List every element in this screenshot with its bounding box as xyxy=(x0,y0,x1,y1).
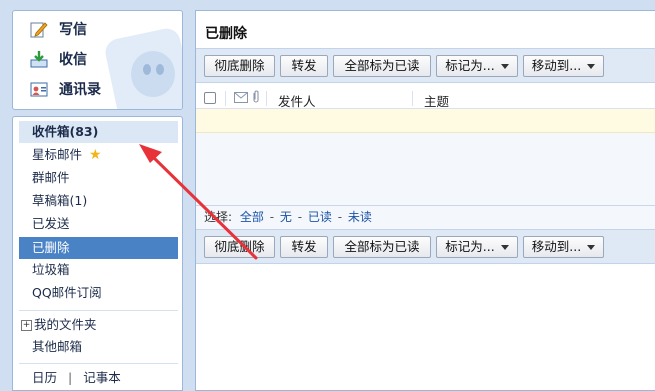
column-divider xyxy=(266,91,267,106)
write-mail-label: 写信 xyxy=(59,22,87,38)
sidebar-item-qq-subscription[interactable]: QQ邮件订阅 xyxy=(19,282,178,304)
address-book-icon xyxy=(29,79,49,99)
select-dash: - xyxy=(297,210,303,224)
forward-label: 转发 xyxy=(291,239,317,254)
notes-link[interactable]: 记事本 xyxy=(83,370,121,385)
sidebar-item-sent-label: 已发送 xyxy=(32,216,70,231)
sidebar-item-spam-label: 垃圾箱 xyxy=(32,262,70,277)
mark-as-dropdown[interactable]: 标记为... xyxy=(436,236,518,258)
attachment-icon xyxy=(252,90,260,107)
select-label: 选择: xyxy=(204,210,233,224)
sidebar-item-other-mailboxes-label: 其他邮箱 xyxy=(32,339,83,354)
bottom-toolbar: 彻底删除 转发 全部标为已读 标记为... 移动到... xyxy=(196,229,655,264)
select-unread-link[interactable]: 未读 xyxy=(348,210,372,224)
select-dash: - xyxy=(269,210,275,224)
sidebar-item-group[interactable]: 群邮件 xyxy=(19,167,178,189)
forward-label: 转发 xyxy=(291,58,317,73)
select-all-link[interactable]: 全部 xyxy=(240,210,264,224)
mark-all-read-label: 全部标为已读 xyxy=(344,239,420,254)
mail-list-area xyxy=(196,133,655,205)
sidebar-item-deleted-label: 已删除 xyxy=(32,240,70,255)
receive-mail-button[interactable]: 收信 xyxy=(29,47,87,71)
star-icon: ★ xyxy=(89,147,102,163)
mark-all-read-button[interactable]: 全部标为已读 xyxy=(333,55,431,77)
subject-column-header[interactable]: 主题 xyxy=(424,91,449,110)
envelope-icon xyxy=(234,92,248,106)
contacts-button[interactable]: 通讯录 xyxy=(29,77,101,101)
main-panel: 已删除 彻底删除 转发 全部标为已读 标记为... 移动到... 发件人 主题 … xyxy=(195,10,655,391)
sidebar-item-drafts-label: 草稿箱(1) xyxy=(32,193,88,208)
pencil-icon xyxy=(29,19,49,39)
sender-column-header[interactable]: 发件人 xyxy=(278,91,316,110)
sidebar-item-my-folders[interactable]: + 我的文件夹 xyxy=(19,314,178,336)
sidebar-item-my-folders-label: 我的文件夹 xyxy=(34,317,97,332)
tools-divider: | xyxy=(68,370,73,385)
mark-as-dropdown[interactable]: 标记为... xyxy=(436,55,518,77)
sidebar-item-other-mailboxes[interactable]: 其他邮箱 xyxy=(19,336,178,358)
move-to-dropdown[interactable]: 移动到... xyxy=(523,236,604,258)
expand-plus-icon[interactable]: + xyxy=(21,320,32,331)
sidebar-divider xyxy=(19,310,178,311)
sidebar-item-group-label: 群邮件 xyxy=(32,170,70,185)
column-divider xyxy=(225,91,226,106)
sidebar-item-qq-subscription-label: QQ邮件订阅 xyxy=(32,285,102,300)
sidebar-item-starred-label: 星标邮件 xyxy=(32,147,83,162)
delete-permanently-label: 彻底删除 xyxy=(214,239,265,254)
forward-button[interactable]: 转发 xyxy=(280,55,328,77)
sidebar-item-inbox[interactable]: 收件箱(83) xyxy=(19,121,178,143)
calendar-link[interactable]: 日历 xyxy=(32,370,57,385)
sidebar-item-spam[interactable]: 垃圾箱 xyxy=(19,259,178,281)
column-divider xyxy=(412,91,413,106)
receive-mail-label: 收信 xyxy=(59,52,87,68)
chevron-down-icon xyxy=(500,64,509,69)
select-bar: 选择: 全部 - 无 - 已读 - 未读 xyxy=(196,205,655,229)
mark-all-read-button[interactable]: 全部标为已读 xyxy=(333,236,431,258)
select-dash: - xyxy=(337,210,343,224)
empty-list-notice-row xyxy=(196,109,655,133)
page-title: 已删除 xyxy=(205,26,247,42)
sidebar-tools-row: 日历 | 记事本 xyxy=(19,367,178,389)
sidebar-item-drafts[interactable]: 草稿箱(1) xyxy=(19,190,178,212)
move-to-label: 移动到... xyxy=(531,58,582,73)
write-mail-button[interactable]: 写信 xyxy=(29,17,87,41)
sidebar-item-inbox-label: 收件箱(83) xyxy=(32,124,99,139)
move-to-label: 移动到... xyxy=(531,239,582,254)
top-toolbar: 彻底删除 转发 全部标为已读 标记为... 移动到... xyxy=(196,48,655,83)
inbox-download-icon xyxy=(29,49,49,69)
sidebar-item-deleted[interactable]: 已删除 xyxy=(19,237,178,259)
delete-permanently-button[interactable]: 彻底删除 xyxy=(204,55,275,77)
move-to-dropdown[interactable]: 移动到... xyxy=(523,55,604,77)
qq-penguin-decoration xyxy=(131,51,175,97)
select-all-checkbox[interactable] xyxy=(204,92,216,104)
delete-permanently-label: 彻底删除 xyxy=(214,58,265,73)
select-none-link[interactable]: 无 xyxy=(280,210,292,224)
chevron-down-icon xyxy=(587,245,596,250)
forward-button[interactable]: 转发 xyxy=(280,236,328,258)
chevron-down-icon xyxy=(587,64,596,69)
compose-panel: 写信 收信 通讯录 xyxy=(12,10,183,110)
mark-as-label: 标记为... xyxy=(445,239,495,254)
select-read-link[interactable]: 已读 xyxy=(308,210,332,224)
chevron-down-icon xyxy=(500,245,509,250)
sidebar-divider xyxy=(19,363,178,364)
delete-permanently-button[interactable]: 彻底删除 xyxy=(204,236,275,258)
mail-list-header: 发件人 主题 xyxy=(196,88,655,109)
mark-all-read-label: 全部标为已读 xyxy=(344,58,420,73)
contacts-label: 通讯录 xyxy=(59,82,101,98)
folder-sidebar: 收件箱(83) 星标邮件 ★ 群邮件 草稿箱(1) 已发送 已删除 垃圾箱 QQ… xyxy=(12,116,183,391)
sidebar-item-sent[interactable]: 已发送 xyxy=(19,213,178,235)
mark-as-label: 标记为... xyxy=(445,58,495,73)
sidebar-item-starred[interactable]: 星标邮件 ★ xyxy=(19,144,178,166)
